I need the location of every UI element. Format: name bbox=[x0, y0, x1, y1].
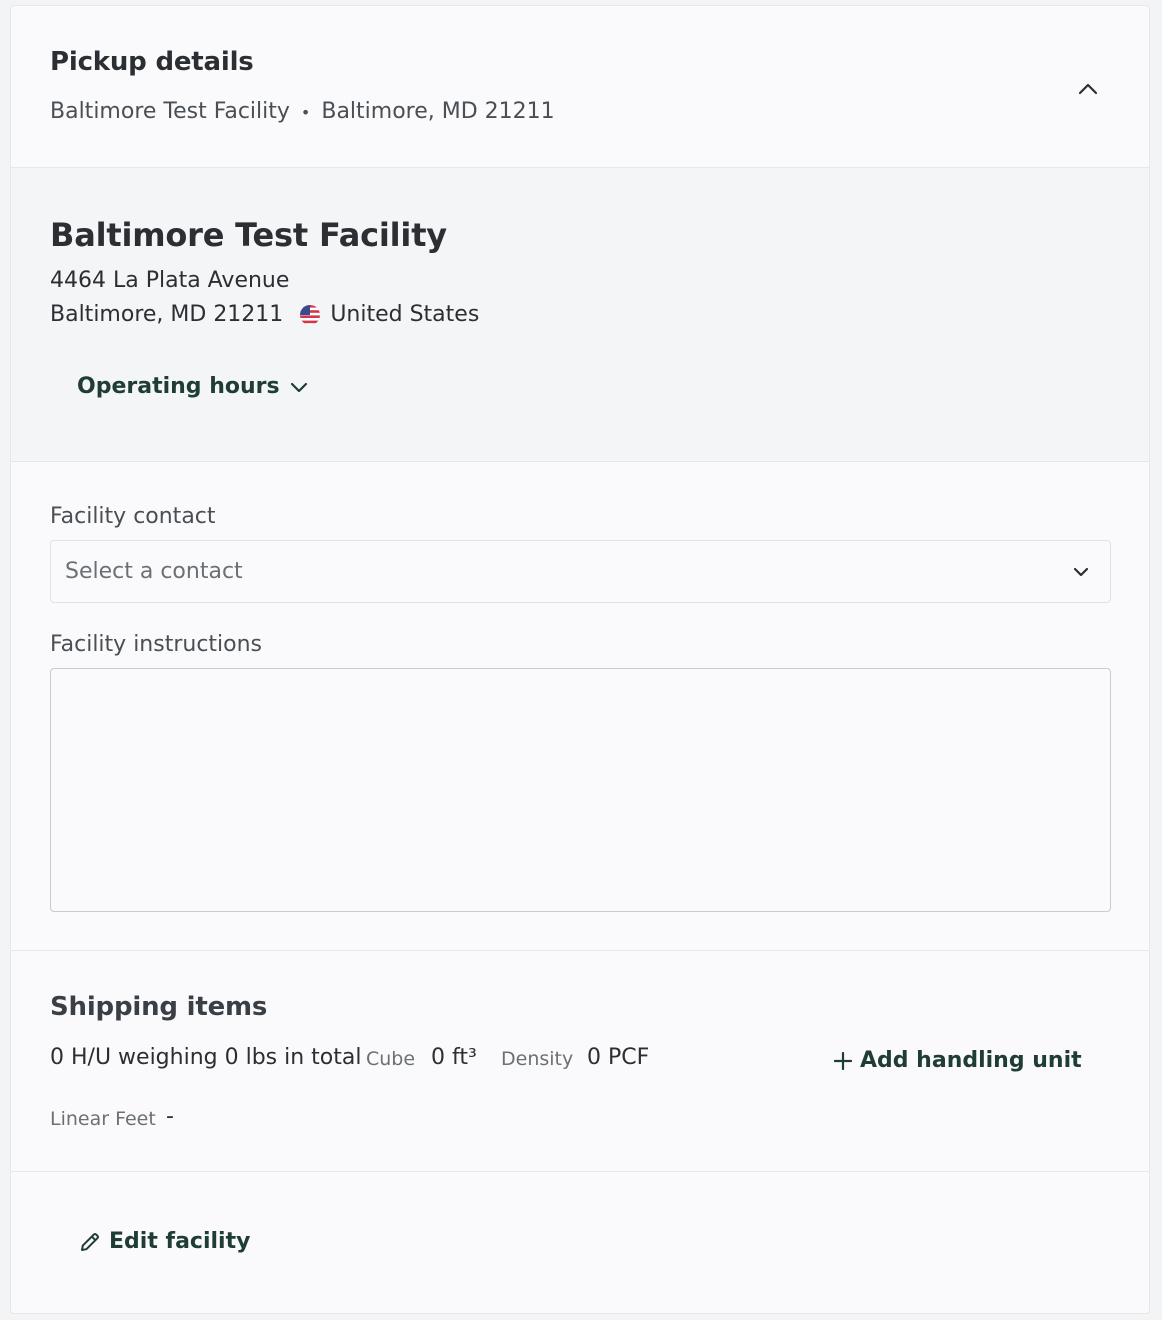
facility-info: Baltimore Test Facility 4464 La Plata Av… bbox=[11, 168, 1149, 462]
operating-hours-toggle[interactable]: Operating hours bbox=[77, 374, 310, 399]
facility-instructions-label: Facility instructions bbox=[50, 632, 263, 657]
facility-name: Baltimore Test Facility bbox=[50, 216, 447, 254]
plus-icon bbox=[834, 1051, 852, 1070]
add-handling-unit-button[interactable]: Add handling unit bbox=[834, 1048, 1082, 1073]
shipping-items-title: Shipping items bbox=[50, 992, 268, 1022]
section-title: Pickup details bbox=[50, 47, 254, 77]
facility-contact-select[interactable]: Select a contact bbox=[50, 540, 1111, 603]
density-label: Density bbox=[501, 1048, 574, 1070]
facility-city-country: Baltimore, MD 21211 United States bbox=[50, 302, 479, 327]
chevron-up-icon bbox=[1078, 83, 1098, 95]
density-value: 0 PCF bbox=[587, 1045, 650, 1070]
facility-city-state-zip: Baltimore, MD 21211 bbox=[50, 302, 284, 327]
header-facility-name: Baltimore Test Facility bbox=[50, 99, 290, 124]
edit-facility-label: Edit facility bbox=[109, 1229, 251, 1254]
select-placeholder: Select a contact bbox=[65, 559, 243, 584]
add-handling-unit-label: Add handling unit bbox=[860, 1048, 1082, 1073]
edit-facility-button[interactable]: Edit facility bbox=[79, 1229, 250, 1254]
facility-country: United States bbox=[330, 302, 480, 327]
facility-instructions-textarea[interactable] bbox=[50, 668, 1111, 912]
header-location: Baltimore, MD 21211 bbox=[321, 99, 555, 124]
cube-value: 0 ft³ bbox=[431, 1045, 477, 1070]
linear-feet-label: Linear Feet bbox=[50, 1108, 156, 1130]
pencil-icon bbox=[81, 1232, 99, 1251]
divider bbox=[11, 1171, 1149, 1172]
facility-contact-label: Facility contact bbox=[50, 504, 216, 529]
us-flag-icon bbox=[300, 304, 321, 325]
pickup-details-header[interactable]: Pickup details Baltimore Test Facility • B… bbox=[11, 6, 1149, 168]
chevron-down-icon bbox=[1073, 567, 1089, 577]
divider bbox=[11, 950, 1149, 951]
shipping-summary: 0 H/U weighing 0 lbs in total bbox=[50, 1045, 362, 1070]
collapse-button[interactable] bbox=[1073, 74, 1103, 104]
cube-label: Cube bbox=[366, 1048, 416, 1070]
pickup-details-card: Pickup details Baltimore Test Facility • B… bbox=[10, 5, 1150, 1314]
separator-dot: • bbox=[300, 102, 311, 122]
linear-feet-value: - bbox=[166, 1104, 174, 1129]
header-summary: Baltimore Test Facility • Baltimore, MD 21… bbox=[50, 99, 555, 124]
chevron-down-icon bbox=[290, 382, 307, 392]
operating-hours-label: Operating hours bbox=[77, 374, 280, 399]
facility-street: 4464 La Plata Avenue bbox=[50, 268, 290, 293]
